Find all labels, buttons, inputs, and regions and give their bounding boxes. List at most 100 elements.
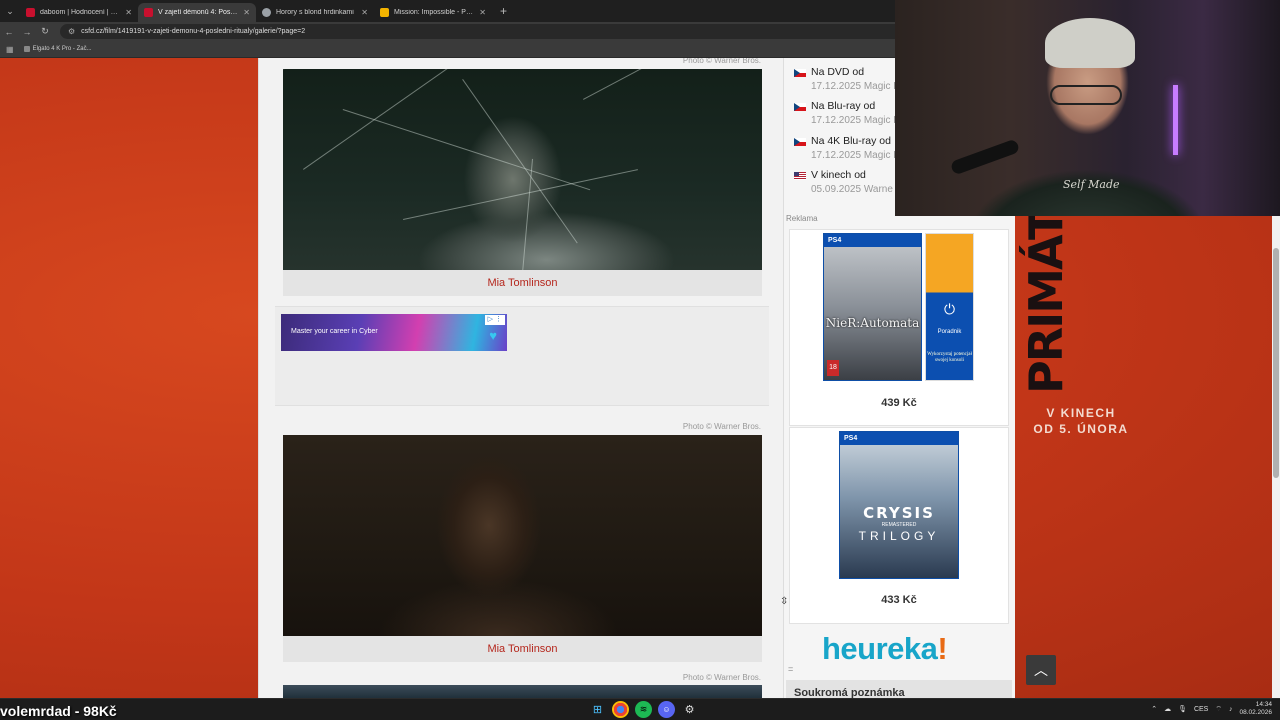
shirt-print: Self Made xyxy=(1063,178,1120,191)
chrome-icon[interactable] xyxy=(612,701,629,718)
product-image: PS4 NieR:Automata 18 xyxy=(823,233,922,381)
ps4-badge: PS4 xyxy=(840,432,958,445)
release-4k-bluray: Na 4K Blu-ray od 17.12.2025 Magic B xyxy=(794,135,900,161)
product-price: 433 Kč xyxy=(881,594,917,606)
clock[interactable]: 14:34 08.02.2026 xyxy=(1239,701,1272,717)
release-label: Na Blu-ray od xyxy=(811,100,876,112)
windows-start-icon[interactable]: ⊞ xyxy=(589,701,606,718)
spotify-icon[interactable]: ≋ xyxy=(635,701,652,718)
ps4-badge: PS4 xyxy=(824,234,921,247)
ad-label: Reklama xyxy=(786,214,818,223)
product-card-crysis[interactable]: PS4 CRYSIS REMASTERED TRILOGY 433 Kč xyxy=(789,427,1009,624)
taskbar-apps: ⊞ ≋ ☺ ⚙ xyxy=(589,701,698,718)
forward-arrow-icon[interactable]: → xyxy=(18,27,36,37)
release-date: 17.12.2025 Magic B xyxy=(811,150,900,161)
close-tab-icon[interactable]: ✕ xyxy=(479,8,486,17)
bookmark-elgato[interactable]: Elgato 4 K Pro - Zač... xyxy=(23,46,92,52)
tray-chevron-up-icon[interactable]: ⌃ xyxy=(1151,705,1157,713)
clock-date: 08.02.2026 xyxy=(1239,709,1272,716)
system-tray: ⌃ ☁ 🎙 CES ⌔ ♪ 14:34 08.02.2026 xyxy=(1151,701,1272,717)
csfd-favicon-icon xyxy=(144,8,153,17)
poster-subtitle-line-2: OD 5. ÚNORA xyxy=(1033,422,1129,436)
heart-logo-icon: ♥ xyxy=(489,328,497,343)
age-rating-badge: 18 xyxy=(827,360,839,376)
ad-block: Master your career in Cyber ▷ ⋮ ♥ xyxy=(275,306,769,406)
private-note-heading: Soukromá poznámka xyxy=(786,680,1012,698)
reload-icon[interactable]: ↻ xyxy=(36,26,54,37)
imdb-favicon-icon xyxy=(380,8,389,17)
tab-4[interactable]: Mission: Impossible - Posledni ✕ xyxy=(374,3,492,22)
ad-banner[interactable]: Master your career in Cyber ▷ ⋮ ♥ xyxy=(281,314,507,351)
mouse-cursor-icon: ⇳ xyxy=(780,596,789,607)
tab-search-icon[interactable]: ⌄ xyxy=(0,0,20,22)
gallery-photo-3[interactable] xyxy=(283,685,762,698)
release-label: V kinech od xyxy=(811,169,866,181)
tab-title: Horory s blond hrdinkami xyxy=(276,9,354,16)
site-info-icon[interactable]: ⚙ xyxy=(68,27,75,36)
globe-favicon-icon xyxy=(262,8,271,17)
mic-icon[interactable]: 🎙 xyxy=(1178,705,1187,713)
cloud-icon[interactable]: ☁ xyxy=(1164,705,1171,713)
microphone xyxy=(949,138,1021,176)
poster-title[interactable]: PRIMÁT xyxy=(1019,211,1136,394)
actor-link[interactable]: Mia Tomlinson xyxy=(487,643,557,655)
gallery-photo-1[interactable] xyxy=(283,69,762,270)
heureka-logo[interactable]: heureka! xyxy=(822,631,948,667)
close-tab-icon[interactable]: ✕ xyxy=(361,8,368,17)
product-subtitle: REMASTERED xyxy=(881,522,917,528)
streamer-hair xyxy=(1045,18,1135,68)
poster-subtitle: V KINECH OD 5. ÚNORA xyxy=(1028,405,1134,437)
product-bundle-image: ⏻ Poradnik Wykorzystaj potencjał swojej … xyxy=(925,233,974,381)
poster-subtitle-line-1: V KINECH xyxy=(1046,406,1116,420)
bookmark-favicon-icon xyxy=(23,46,30,52)
product-title: NieR:Automata xyxy=(825,316,920,330)
release-date: 05.09.2025 Warne xyxy=(811,184,893,195)
tab-2-active[interactable]: V zajetí démonů 4: Poslední rit... ✕ xyxy=(138,3,256,22)
discord-icon[interactable]: ☺ xyxy=(658,701,675,718)
taskbar: ⊞ ≋ ☺ ⚙ ⌃ ☁ 🎙 CES ⌔ ♪ 14:34 08.02.2026 xyxy=(0,698,1280,720)
url-text: csfd.cz/film/1419191-v-zajeti-demonu-4-p… xyxy=(81,28,306,35)
photo-credit: Photo © Warner Bros. xyxy=(682,673,761,682)
neon-light xyxy=(1173,85,1178,155)
close-tab-icon[interactable]: ✕ xyxy=(125,8,132,17)
gallery-photo-2[interactable] xyxy=(283,435,762,636)
bundle-sublabel: Wykorzystaj potencjał swojej konsoli xyxy=(927,352,972,363)
tab-3[interactable]: Horory s blond hrdinkami ✕ xyxy=(256,3,374,22)
playstation-logo-icon: ⏻ xyxy=(943,302,956,318)
new-tab-plus-icon[interactable]: + xyxy=(492,4,515,18)
bookmark-label: Elgato 4 K Pro - Zač... xyxy=(32,46,92,52)
release-cinema: V kinech od 05.09.2025 Warne xyxy=(794,169,893,195)
stream-donation-text: volemrdad - 98Kč xyxy=(0,703,117,719)
photo-credit: Photo © Warner Bros. xyxy=(682,58,761,65)
settings-gear-icon[interactable]: ⚙ xyxy=(681,701,698,718)
adchoices-icon[interactable]: ▷ ⋮ xyxy=(484,315,505,325)
close-tab-icon[interactable]: ✕ xyxy=(243,8,250,17)
photo-caption: Mia Tomlinson xyxy=(283,636,762,662)
tab-title: daboom | Hodnocení | ČSFD.cz xyxy=(40,9,121,16)
czech-flag-icon xyxy=(794,69,806,77)
ad-text: Master your career in Cyber xyxy=(291,328,378,335)
tab-1[interactable]: daboom | Hodnocení | ČSFD.cz ✕ xyxy=(20,3,138,22)
wifi-icon[interactable]: ⌔ xyxy=(1215,705,1222,714)
chevron-up-icon: ︿ xyxy=(1034,662,1048,678)
actor-link[interactable]: Mia Tomlinson xyxy=(487,277,557,289)
apps-grid-icon[interactable]: ▦ xyxy=(6,45,14,54)
url-input[interactable]: ⚙ csfd.cz/film/1419191-v-zajeti-demonu-4… xyxy=(60,24,940,39)
release-bluray: Na Blu-ray od 17.12.2025 Magic B xyxy=(794,100,900,126)
release-date: 17.12.2025 Magic B xyxy=(811,81,900,92)
equals-icon: = xyxy=(788,664,794,674)
language-indicator[interactable]: CES xyxy=(1194,706,1208,713)
speaker-icon[interactable]: ♪ xyxy=(1229,706,1233,713)
product-card-nier[interactable]: PS4 NieR:Automata 18 ⏻ Poradnik Wykorzys… xyxy=(789,229,1009,426)
release-label: Na DVD od xyxy=(811,66,865,78)
gallery-column: Photo © Warner Bros. Mia Tomlinson Maste… xyxy=(258,58,784,698)
photo-credit: Photo © Warner Bros. xyxy=(682,422,761,431)
product-subtitle-2: TRILOGY xyxy=(858,529,940,543)
scroll-to-top-button[interactable]: ︿ xyxy=(1026,655,1056,685)
webcam-overlay: Self Made xyxy=(895,0,1280,216)
clock-time: 14:34 xyxy=(1255,701,1272,708)
back-arrow-icon[interactable]: ← xyxy=(0,27,18,37)
product-image: PS4 CRYSIS REMASTERED TRILOGY xyxy=(839,431,959,579)
tab-title: V zajetí démonů 4: Poslední rit... xyxy=(158,9,238,16)
scrollbar-thumb[interactable] xyxy=(1273,248,1279,478)
